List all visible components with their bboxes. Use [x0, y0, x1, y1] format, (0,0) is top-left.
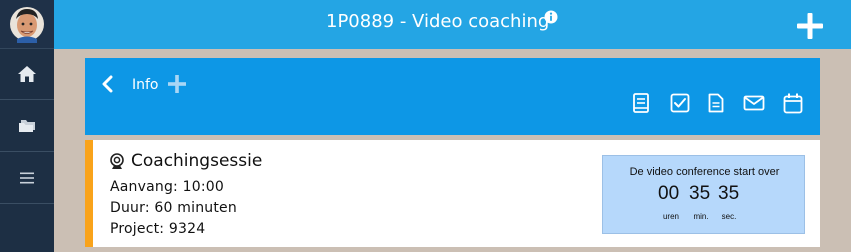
info-icon[interactable]: [544, 10, 558, 24]
session-card[interactable]: Coachingsessie Aanvang: 10:00 Duur: 60 m…: [85, 140, 820, 247]
countdown-minutes: 35: [689, 183, 711, 204]
header-title: Info: [132, 77, 159, 93]
sidebar-item-folders[interactable]: [0, 101, 54, 152]
sidebar: [0, 0, 54, 252]
calendar-icon[interactable]: [783, 93, 803, 114]
menu-icon: [20, 172, 34, 184]
countdown-seconds-unit: sec.: [721, 212, 737, 221]
countdown-seconds: 35: [718, 183, 740, 204]
info-header: Info: [85, 58, 820, 135]
mail-icon[interactable]: [743, 93, 765, 113]
countdown-label: De video conference start over: [629, 166, 780, 178]
countdown-timer: De video conference start over 00 35 35 …: [602, 155, 805, 234]
top-bar: 1P0889 - Video coaching: [54, 0, 851, 49]
document-icon[interactable]: [708, 93, 724, 113]
countdown-hours-unit: uren: [662, 212, 679, 221]
session-title-row: Coachingsessie: [109, 151, 262, 171]
add-info-button[interactable]: [167, 74, 187, 94]
back-chevron-icon[interactable]: [101, 75, 113, 93]
avatar[interactable]: [9, 5, 45, 43]
sidebar-item-menu[interactable]: [0, 153, 54, 204]
sidebar-item-home[interactable]: [0, 49, 54, 100]
checkbox-icon[interactable]: [670, 93, 690, 113]
countdown-hours: 00: [658, 183, 680, 204]
book-icon[interactable]: [632, 93, 650, 113]
home-icon: [18, 66, 36, 82]
add-button[interactable]: [795, 12, 825, 40]
avatar-container[interactable]: [0, 0, 54, 49]
countdown-minutes-unit: min.: [693, 212, 709, 221]
session-project: Project: 9324: [110, 221, 206, 237]
webcam-icon: [110, 152, 124, 169]
app-title: 1P0889 - Video coaching: [326, 11, 550, 32]
session-start: Aanvang: 10:00: [110, 179, 224, 195]
folder-icon: [19, 120, 35, 132]
session-title: Coachingsessie: [131, 151, 263, 171]
session-duration: Duur: 60 minuten: [110, 200, 237, 216]
